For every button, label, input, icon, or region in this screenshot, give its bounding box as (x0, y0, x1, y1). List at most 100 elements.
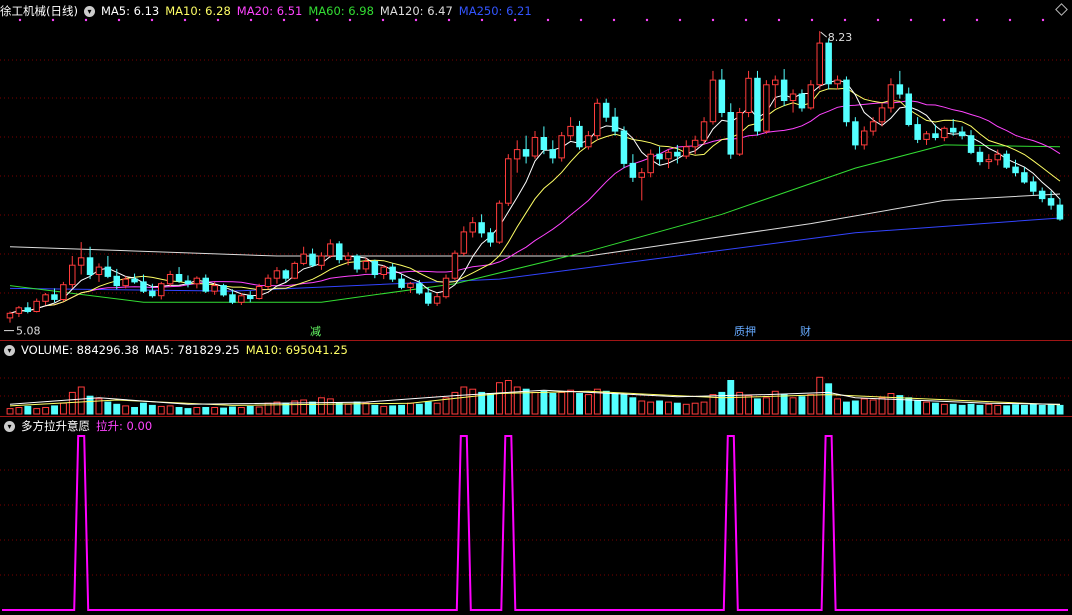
event-dot (117, 18, 121, 22)
event-dot (1041, 18, 1045, 22)
candle-body (558, 135, 565, 159)
event-dot (348, 18, 352, 22)
candle-body (469, 222, 476, 233)
candle-body (282, 270, 290, 279)
volume-bar (122, 405, 130, 415)
candle-body (131, 278, 138, 283)
volume-bar (113, 403, 121, 415)
volume-bar (1029, 403, 1037, 415)
candle-body (113, 275, 120, 287)
candle-body (309, 253, 316, 266)
event-dot (1008, 18, 1012, 22)
volume-bar (691, 402, 699, 415)
volume-bar (300, 399, 308, 415)
candle-body (665, 151, 672, 160)
candle-body (638, 172, 645, 178)
event-dot (975, 18, 979, 22)
candle-body (487, 232, 494, 243)
candle-body (1030, 181, 1037, 192)
volume-bar (860, 398, 868, 415)
volume-bar (157, 405, 165, 415)
volume-bar (647, 401, 655, 415)
candle-body (407, 283, 414, 288)
candle-body (442, 277, 450, 298)
volume-bar (211, 407, 219, 415)
event-dot (315, 18, 319, 22)
candle-body (540, 137, 548, 150)
volume-bar (415, 403, 423, 415)
volume-bar (629, 397, 637, 415)
volume-bar (42, 407, 50, 415)
volume-bar (193, 407, 201, 415)
candle-body (825, 42, 832, 85)
candle-body (69, 264, 76, 286)
event-dot (414, 18, 418, 22)
candle-body (602, 102, 610, 118)
candle-body (852, 121, 859, 146)
candle-body (789, 93, 797, 101)
candle-body (15, 307, 23, 314)
volume-bar (469, 388, 477, 415)
volume-bar (424, 401, 432, 415)
volume-bar (851, 400, 859, 415)
volume-bar (1021, 404, 1028, 415)
candle-body (398, 278, 405, 288)
candle-body (6, 312, 14, 319)
volume-bar (549, 393, 557, 415)
volume-bar (576, 393, 583, 415)
volume-bar (487, 393, 495, 415)
volume-bar (754, 398, 761, 415)
volume-bar (834, 398, 841, 415)
volume-bar (923, 401, 930, 415)
volume-bar (816, 376, 824, 415)
candle-body (158, 283, 165, 297)
volume-bar (442, 397, 450, 415)
candle-body (362, 261, 370, 270)
volume-bar (985, 403, 993, 415)
candle-body (700, 121, 708, 141)
high-price-label: 8.23 (828, 31, 853, 44)
candle-body (433, 296, 441, 304)
candle-body (807, 84, 815, 109)
volume-bar (682, 403, 690, 415)
event-dot (744, 18, 748, 22)
candle-body (683, 146, 690, 157)
event-dot (678, 18, 682, 22)
candle-body (33, 300, 40, 312)
volume-bar (318, 397, 325, 415)
volume-bar (33, 408, 41, 415)
candle-body (202, 277, 209, 292)
volume-bar (611, 393, 619, 415)
candle-body (60, 284, 67, 301)
candle-body (763, 84, 770, 132)
candle-body (896, 84, 904, 95)
volume-bar (371, 404, 379, 415)
candle-body (416, 283, 423, 294)
candle-body (505, 158, 512, 204)
event-dot (876, 18, 880, 22)
volume-bar (745, 395, 752, 415)
volume-bar (700, 401, 708, 415)
volume-bar (140, 402, 147, 415)
candle-body (247, 295, 254, 300)
volume-bar (60, 402, 67, 415)
candle-body (264, 277, 272, 288)
candle-body (291, 262, 298, 279)
volume-bar (15, 407, 23, 415)
candle-body (709, 79, 717, 123)
candle-body (531, 137, 539, 157)
volume-bar (496, 382, 503, 415)
event-dot (546, 18, 550, 22)
indicator-line (2, 435, 1068, 611)
event-dot (645, 18, 649, 22)
event-dot (249, 18, 253, 22)
volume-bar (220, 407, 228, 415)
candle-body (42, 294, 49, 302)
candle-body (798, 93, 806, 109)
candle-body (620, 130, 628, 164)
candle-body (175, 274, 183, 282)
volume-bar (1047, 404, 1055, 415)
candle-body (772, 79, 779, 86)
candle-body (336, 243, 343, 261)
volume-bar (1003, 405, 1011, 415)
